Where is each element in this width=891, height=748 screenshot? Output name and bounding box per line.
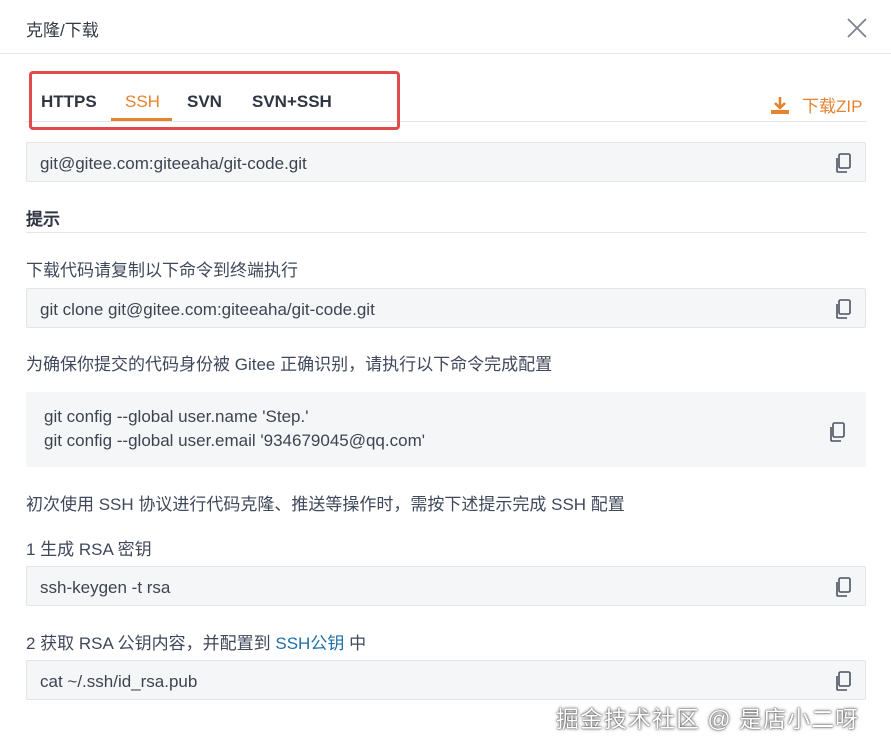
step1-label: 1 生成 RSA 密钥 [26,540,152,559]
repo-url-text[interactable]: git@gitee.com:giteeaha/git-code.git [40,154,307,174]
watermark: 掘金技术社区 @ 是店小二呀 [556,706,860,732]
step2-suffix: 中 [344,634,367,653]
copy-icon[interactable] [834,577,852,597]
config-email-line[interactable]: git config --global user.email '93467904… [44,431,425,451]
copy-icon[interactable] [834,671,852,691]
dialog-title: 克隆/下载 [26,21,99,40]
config-name-line[interactable]: git config --global user.name 'Step.' [44,407,308,427]
close-icon[interactable] [846,17,868,39]
clone-command-box: git clone git@gitee.com:giteeaha/git-cod… [26,288,866,328]
copy-icon[interactable] [828,422,846,442]
keygen-command-box: ssh-keygen -t rsa [26,566,866,606]
download-zip-button[interactable]: 下载ZIP [770,92,862,117]
download-icon [771,96,789,114]
ssh-key-link[interactable]: SSH公钥 [275,634,344,653]
pubkey-command-box: cat ~/.ssh/id_rsa.pub [26,660,866,700]
tabs-highlight-box [29,71,400,130]
clone-command-text[interactable]: git clone git@gitee.com:giteeaha/git-cod… [40,300,375,320]
ssh-hint: 初次使用 SSH 协议进行代码克隆、推送等操作时，需按下述提示完成 SSH 配置 [26,495,625,514]
clone-hint: 下载代码请复制以下命令到终端执行 [26,261,298,280]
copy-icon[interactable] [834,153,852,173]
tips-title: 提示 [26,210,60,229]
config-hint: 为确保你提交的代码身份被 Gitee 正确识别，请执行以下命令完成配置 [26,355,553,374]
step2-label: 2 获取 RSA 公钥内容，并配置到 SSH公钥 中 [26,629,366,654]
keygen-command-text[interactable]: ssh-keygen -t rsa [40,578,170,598]
tips-divider [26,232,866,233]
step2-prefix: 2 获取 RSA 公钥内容，并配置到 [26,634,276,653]
repo-url-box: git@gitee.com:giteeaha/git-code.git [26,142,866,182]
dialog-header: 克隆/下载 [0,0,891,54]
download-zip-label: 下载ZIP [802,97,863,116]
copy-icon[interactable] [834,299,852,319]
config-command-box: git config --global user.name 'Step.' gi… [26,392,866,467]
pubkey-command-text[interactable]: cat ~/.ssh/id_rsa.pub [40,672,197,692]
